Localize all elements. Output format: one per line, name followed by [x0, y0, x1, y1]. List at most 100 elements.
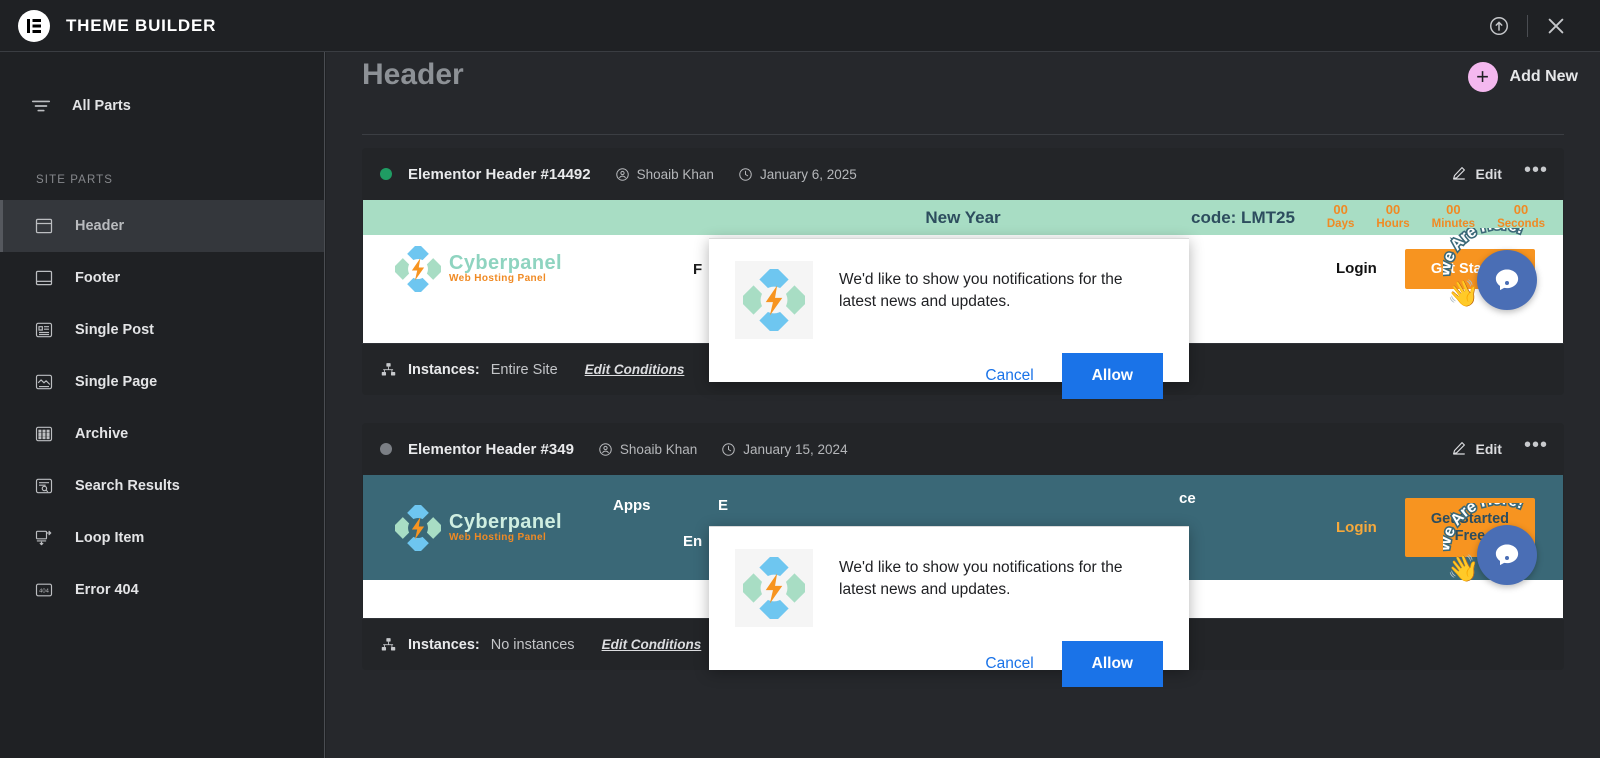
login-link[interactable]: Login: [1336, 519, 1377, 536]
allow-button[interactable]: Allow: [1061, 353, 1163, 399]
edit-conditions-link[interactable]: Edit Conditions: [585, 362, 685, 377]
waving-hand-icon: 👋: [1447, 278, 1480, 308]
sidebar-item-single-page[interactable]: Single Page: [0, 356, 324, 408]
sidebar-item-loop-item[interactable]: Loop Item: [0, 512, 324, 564]
sidebar-item-label: Footer: [75, 270, 121, 286]
edit-button[interactable]: Edit: [1451, 440, 1502, 459]
template-date: January 6, 2025: [738, 167, 857, 182]
sidebar-item-label: Single Post: [75, 322, 154, 338]
date-text: January 6, 2025: [759, 166, 857, 182]
countdown-unit: 00 Hours: [1376, 202, 1409, 231]
template-card-actions: Edit •••: [1451, 159, 1548, 190]
archive-grid-icon: [33, 423, 55, 445]
add-new-button[interactable]: + Add New: [1467, 62, 1578, 92]
countdown-label: Days: [1326, 217, 1355, 230]
waving-hand-icon: 👋: [1447, 553, 1480, 583]
cyberpanel-logo-icon: [735, 261, 813, 339]
template-author: Shoaib Khan: [615, 167, 714, 182]
svg-text:We Are Here!: We Are Here!: [1443, 503, 1526, 553]
cyberpanel-wordmark: Cyberpanel Web Hosting Panel: [449, 510, 562, 544]
ellipsis-icon[interactable]: •••: [1524, 159, 1548, 190]
app-topbar: THEME BUILDER: [0, 0, 1600, 52]
notification-body: We'd like to show you notifications for …: [709, 527, 1189, 627]
instances-value: No instances: [490, 636, 575, 653]
sidebar-item-label: Error 404: [75, 582, 139, 598]
nav-link-partial-3[interactable]: ce: [1179, 490, 1196, 507]
edit-button[interactable]: Edit: [1451, 165, 1502, 184]
author-name: Shoaib Khan: [619, 441, 698, 457]
notification-body: We'd like to show you notifications for …: [709, 239, 1189, 339]
close-icon[interactable]: [1534, 0, 1578, 52]
sitemap-icon: [380, 361, 397, 378]
brand-name: Cyberpanel: [449, 510, 562, 533]
countdown-unit: 00 Minutes: [1432, 202, 1475, 231]
cyberpanel-logo: Cyberpanel Web Hosting Panel: [395, 504, 562, 551]
sidebar-item-all-parts[interactable]: All Parts: [0, 80, 324, 132]
svg-text:We Are Here!: We Are Here!: [1443, 228, 1526, 278]
svg-text:404: 404: [39, 588, 49, 594]
help-circle-icon[interactable]: [1477, 0, 1521, 52]
cancel-button[interactable]: Cancel: [969, 645, 1049, 683]
author-name: Shoaib Khan: [636, 166, 714, 182]
login-link[interactable]: Login: [1336, 260, 1377, 277]
sidebar-item-archive[interactable]: Archive: [0, 408, 324, 460]
sidebar-item-label: Loop Item: [75, 530, 145, 546]
add-new-label: Add New: [1509, 68, 1578, 85]
template-card-actions: Edit •••: [1451, 434, 1548, 465]
sidebar-item-label: Single Page: [75, 374, 158, 390]
template-card-header: Elementor Header #349 Shoaib Khan Januar…: [362, 423, 1564, 475]
header-divider: [362, 134, 1564, 135]
sidebar-all-parts-label: All Parts: [72, 98, 131, 114]
promo-code: code: LMT25: [1191, 207, 1295, 227]
template-card-header: Elementor Header #14492 Shoaib Khan Janu…: [362, 148, 1564, 200]
edit-conditions-link[interactable]: Edit Conditions: [602, 637, 702, 652]
sidebar-item-footer[interactable]: Footer: [0, 252, 324, 304]
cancel-button[interactable]: Cancel: [969, 357, 1049, 395]
chat-widget[interactable]: We Are Here! 👋: [1443, 228, 1537, 310]
sidebar-item-header[interactable]: Header: [0, 200, 324, 252]
ellipsis-icon[interactable]: •••: [1524, 434, 1548, 465]
instances-key: Instances:: [408, 636, 480, 653]
notification-actions: Cancel Allow: [709, 627, 1189, 687]
page-title: Header: [362, 58, 464, 91]
user-circle-icon: [615, 167, 630, 182]
nav-link-partial-1[interactable]: E: [718, 497, 728, 514]
notification-message: We'd like to show you notifications for …: [839, 559, 1123, 599]
template-author: Shoaib Khan: [598, 442, 697, 457]
chat-widget[interactable]: We Are Here! 👋: [1443, 503, 1537, 585]
sidebar-item-error-404[interactable]: 404 Error 404: [0, 564, 324, 616]
sitemap-icon: [380, 636, 397, 653]
nav-link-partial-2[interactable]: En: [683, 533, 702, 550]
app-title: THEME BUILDER: [66, 15, 217, 35]
filter-lines-icon: [30, 95, 52, 117]
sidebar-item-search-results[interactable]: Search Results: [0, 460, 324, 512]
countdown-unit: 00 Seconds: [1497, 202, 1545, 231]
sidebar-section-label: SITE PARTS: [36, 174, 114, 186]
notification-message: We'd like to show you notifications for …: [839, 271, 1123, 311]
elementor-logo-icon: [18, 9, 50, 42]
instances-value: Entire Site: [490, 361, 558, 378]
preview-menu-partial[interactable]: F: [693, 261, 702, 278]
allow-button[interactable]: Allow: [1061, 641, 1163, 687]
countdown-value: 00: [1446, 202, 1461, 217]
notification-actions: Cancel Allow: [709, 339, 1189, 399]
sidebar-item-single-post[interactable]: Single Post: [0, 304, 324, 356]
footer-layout-icon: [33, 267, 55, 289]
clock-icon: [738, 167, 753, 182]
edit-label: Edit: [1475, 166, 1502, 182]
template-title[interactable]: Elementor Header #14492: [408, 166, 591, 183]
notification-permission-dialog[interactable]: We'd like to show you notifications for …: [709, 526, 1189, 687]
brand-name: Cyberpanel: [449, 252, 562, 275]
main-header: Header + Add New: [326, 52, 1600, 148]
status-badge: [380, 443, 392, 455]
template-date: January 15, 2024: [721, 442, 848, 457]
countdown-unit: 00 Days: [1326, 202, 1355, 231]
header-layout-icon: [33, 215, 55, 237]
template-title[interactable]: Elementor Header #349: [408, 441, 574, 458]
topbar-actions: [1477, 0, 1600, 52]
cyberpanel-wordmark: Cyberpanel Web Hosting Panel: [449, 253, 562, 285]
cyberpanel-logo-icon: [735, 549, 813, 627]
nav-link-apps[interactable]: Apps: [613, 497, 651, 514]
single-post-icon: [33, 319, 55, 341]
notification-permission-dialog[interactable]: We'd like to show you notifications for …: [709, 238, 1189, 399]
